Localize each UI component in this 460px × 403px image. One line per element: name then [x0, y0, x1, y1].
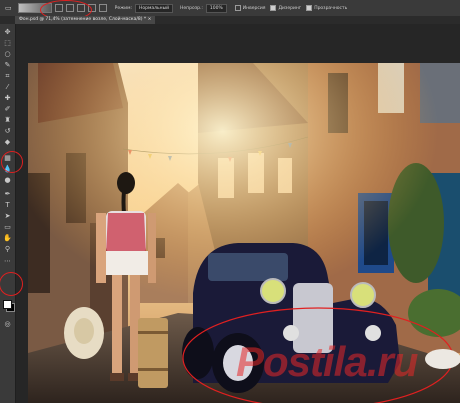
quick-select-icon[interactable]: ✎ — [3, 61, 12, 70]
reverse-label: Инверсия — [242, 5, 266, 11]
path-select-icon[interactable]: ➤ — [3, 212, 12, 221]
foreground-color-swatch[interactable] — [3, 300, 12, 309]
brush-icon[interactable]: ✐ — [3, 105, 12, 114]
lasso-icon[interactable]: ○ — [3, 50, 12, 59]
healing-brush-icon[interactable]: ✚ — [3, 94, 12, 103]
eraser-icon[interactable]: ◆ — [3, 138, 12, 147]
document-tab[interactable]: Фон.psd @ 71,4% (затемнение возле, Слой-… — [15, 16, 156, 24]
eyedropper-icon[interactable]: ⁄ — [3, 83, 12, 92]
shape-icon[interactable]: ▭ — [3, 223, 12, 232]
dither-checkbox[interactable]: Дизеринг — [270, 5, 301, 11]
color-swatches-highlight — [0, 272, 23, 296]
move-icon[interactable]: ✥ — [3, 28, 12, 37]
opacity-label: Непрозр.: — [180, 5, 203, 11]
reverse-checkbox[interactable]: Инверсия — [234, 5, 266, 11]
transparency-label: Прозрачность — [314, 5, 348, 11]
crop-icon[interactable]: ⌗ — [3, 72, 12, 81]
reverse-check-icon — [234, 5, 241, 11]
diamond-gradient-button[interactable] — [98, 4, 107, 12]
transparency-check-icon — [306, 5, 313, 11]
history-brush-icon[interactable]: ↺ — [3, 127, 12, 136]
marquee-icon[interactable]: ⬚ — [3, 39, 12, 48]
mode-label: Режим: — [114, 5, 132, 11]
dither-check-icon — [270, 5, 277, 11]
hand-icon[interactable]: ✋ — [3, 234, 12, 243]
more-tools-icon[interactable]: ⋯ — [3, 257, 12, 266]
watermark: Postila.ru — [236, 338, 418, 385]
tools-panel: ✥ ⬚ ○ ✎ ⌗ ⁄ ✚ ✐ ♜ ↺ ◆ ▦ 💧 ● ✒ T ➤ ▭ ✋ ⚲ … — [0, 24, 16, 403]
clone-stamp-icon[interactable]: ♜ — [3, 116, 12, 125]
dither-label: Дизеринг — [278, 5, 302, 11]
zoom-icon[interactable]: ⚲ — [3, 245, 12, 254]
gradient-tool-highlight — [1, 151, 23, 173]
dodge-icon[interactable]: ● — [3, 176, 12, 185]
document-tab-title: Фон.psd @ 71,4% (затемнение возле, Слой-… — [19, 17, 147, 22]
close-icon[interactable]: × — [148, 17, 152, 22]
transparency-checkbox[interactable]: Прозрачность — [306, 5, 347, 11]
document-tab-bar: Фон.psd @ 71,4% (затемнение возле, Слой-… — [0, 16, 460, 24]
mode-select[interactable]: Нормальный — [135, 3, 173, 13]
type-icon[interactable]: T — [3, 201, 12, 210]
gradient-tool-icon[interactable]: ▭ — [5, 4, 12, 12]
pen-icon[interactable]: ✒ — [3, 190, 12, 199]
quick-mask-icon[interactable]: ◎ — [3, 320, 12, 329]
opacity-input[interactable]: 100% — [205, 3, 227, 13]
